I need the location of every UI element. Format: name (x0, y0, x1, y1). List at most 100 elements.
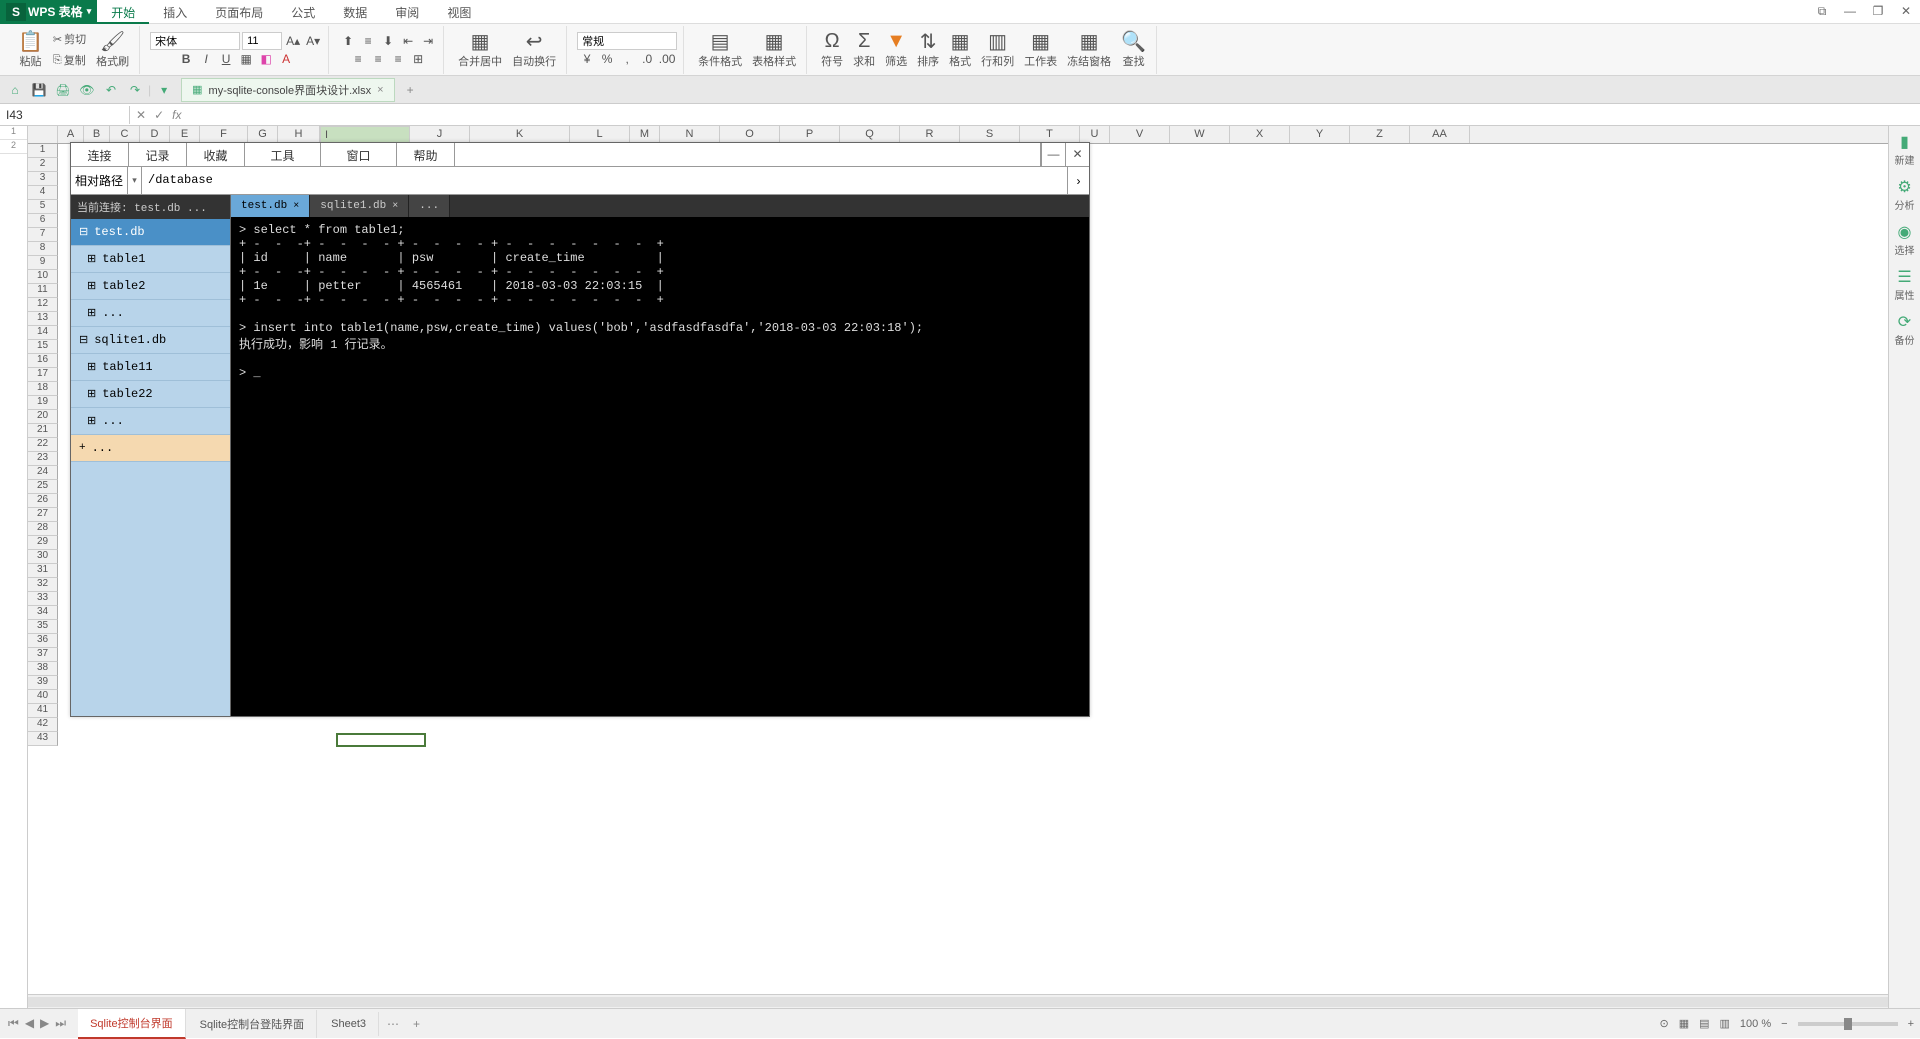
zoom-slider[interactable] (1798, 1022, 1898, 1026)
qat-print-icon[interactable]: 🖨 (52, 79, 74, 101)
row-header-12[interactable]: 12 (28, 298, 58, 312)
row-header-30[interactable]: 30 (28, 550, 58, 564)
row-header-25[interactable]: 25 (28, 480, 58, 494)
font-color-button[interactable]: A (277, 50, 295, 68)
row-header-43[interactable]: 43 (28, 732, 58, 746)
menu-tab-data[interactable]: 数据 (329, 0, 381, 24)
row-header-15[interactable]: 15 (28, 340, 58, 354)
col-header-X[interactable]: X (1230, 126, 1290, 143)
app-minimize-button[interactable]: — (1041, 143, 1065, 166)
app-menu-connect[interactable]: 连接 (71, 143, 129, 166)
row-header-21[interactable]: 21 (28, 424, 58, 438)
col-header-E[interactable]: E (170, 126, 200, 143)
align-middle-icon[interactable]: ≡ (359, 32, 377, 50)
row-header-2[interactable]: 2 (28, 158, 58, 172)
col-header-S[interactable]: S (960, 126, 1020, 143)
indent-inc-icon[interactable]: ⇥ (419, 32, 437, 50)
sheet-menu-icon[interactable]: ⋯ (381, 1011, 405, 1037)
path-dropdown-icon[interactable]: ▾ (128, 167, 142, 194)
side-analyze[interactable]: ⚙分析 (1895, 177, 1915, 212)
border-button[interactable]: ▦ (237, 50, 255, 68)
menu-tab-insert[interactable]: 插入 (149, 0, 201, 24)
freeze-button[interactable]: ▦冻结窗格 (1063, 29, 1115, 71)
row-header-23[interactable]: 23 (28, 452, 58, 466)
col-header-O[interactable]: O (720, 126, 780, 143)
row-header-1[interactable]: 1 (28, 144, 58, 158)
dec-decimal-icon[interactable]: .00 (658, 50, 676, 68)
view-icon-2[interactable]: ▦ (1679, 1017, 1689, 1030)
col-header-J[interactable]: J (410, 126, 470, 143)
row-header-42[interactable]: 42 (28, 718, 58, 732)
paste-button[interactable]: 📋粘贴 (14, 29, 47, 71)
outline-level-2[interactable]: 2 (0, 140, 27, 154)
app-menu-favorite[interactable]: 收藏 (187, 143, 245, 166)
app-menu-window[interactable]: 窗口 (321, 143, 397, 166)
row-header-4[interactable]: 4 (28, 186, 58, 200)
row-header-39[interactable]: 39 (28, 676, 58, 690)
col-header-R[interactable]: R (900, 126, 960, 143)
side-new[interactable]: ▮新建 (1895, 132, 1915, 167)
align-right-icon[interactable]: ≡ (389, 50, 407, 68)
align-left-icon[interactable]: ≡ (349, 50, 367, 68)
font-size-select[interactable]: 11 (242, 32, 282, 50)
view-icon-3[interactable]: ▤ (1699, 1017, 1709, 1030)
sheet-tab-3[interactable]: Sheet3 (319, 1012, 379, 1036)
app-tab-testdb[interactable]: test.db× (231, 195, 310, 217)
sheet-add-button[interactable]: + (407, 1011, 426, 1037)
row-header-34[interactable]: 34 (28, 606, 58, 620)
fx-cancel-icon[interactable]: ✕ (136, 108, 146, 122)
name-box[interactable]: I43 (0, 106, 130, 124)
align-bottom-icon[interactable]: ⬇ (379, 32, 397, 50)
app-menu-record[interactable]: 记录 (129, 143, 187, 166)
row-header-22[interactable]: 22 (28, 438, 58, 452)
doc-tab-close-icon[interactable]: × (377, 84, 383, 96)
row-header-26[interactable]: 26 (28, 494, 58, 508)
qat-redo-icon[interactable]: ↷ (124, 79, 146, 101)
menu-tab-view[interactable]: 视图 (433, 0, 485, 24)
row-header-29[interactable]: 29 (28, 536, 58, 550)
row-header-32[interactable]: 32 (28, 578, 58, 592)
align-center-icon[interactable]: ≡ (369, 50, 387, 68)
row-header-14[interactable]: 14 (28, 326, 58, 340)
font-name-select[interactable]: 宋体 (150, 32, 240, 50)
bold-button[interactable]: B (177, 50, 195, 68)
row-header-40[interactable]: 40 (28, 690, 58, 704)
row-header-33[interactable]: 33 (28, 592, 58, 606)
tree-item-4[interactable]: ⊟sqlite1.db (71, 327, 230, 354)
minimize-button[interactable]: — (1836, 0, 1864, 23)
format-painter-button[interactable]: 🖌格式刷 (92, 29, 133, 71)
col-header-Y[interactable]: Y (1290, 126, 1350, 143)
tree-item-0[interactable]: ⊟test.db (71, 219, 230, 246)
sum-button[interactable]: Σ求和 (849, 29, 879, 71)
app-menu-tools[interactable]: 工具 (245, 143, 321, 166)
tree-item-5[interactable]: ⊞table11 (71, 354, 230, 381)
tree-item-6[interactable]: ⊞table22 (71, 381, 230, 408)
cut-button[interactable]: ✂ 剪切 (49, 29, 90, 49)
wrap-text-button[interactable]: ↩自动换行 (508, 29, 560, 71)
col-header-C[interactable]: C (110, 126, 140, 143)
col-header-L[interactable]: L (570, 126, 630, 143)
row-header-5[interactable]: 5 (28, 200, 58, 214)
sheet-next-icon[interactable]: ▶ (38, 1014, 51, 1033)
side-props[interactable]: ☰属性 (1895, 267, 1915, 302)
row-header-24[interactable]: 24 (28, 466, 58, 480)
cond-format-button[interactable]: ▤条件格式 (694, 29, 746, 71)
tab-close-icon[interactable]: × (392, 201, 398, 212)
row-header-28[interactable]: 28 (28, 522, 58, 536)
app-menu-help[interactable]: 帮助 (397, 143, 455, 166)
horizontal-scrollbar[interactable] (28, 994, 1888, 1008)
symbol-button[interactable]: Ω符号 (817, 29, 847, 71)
col-header-M[interactable]: M (630, 126, 660, 143)
copy-button[interactable]: ⎘ 复制 (49, 50, 90, 70)
fill-color-button[interactable]: ◧ (257, 50, 275, 68)
sheet-prev-icon[interactable]: ◀ (23, 1014, 36, 1033)
col-header-H[interactable]: H (278, 126, 320, 143)
decrease-font-icon[interactable]: A▾ (304, 32, 322, 50)
comma-icon[interactable]: , (618, 50, 636, 68)
zoom-out-icon[interactable]: − (1781, 1018, 1787, 1030)
table-style-button[interactable]: ▦表格样式 (748, 29, 800, 71)
app-close-button[interactable]: ✕ (1065, 143, 1089, 166)
row-header-13[interactable]: 13 (28, 312, 58, 326)
row-header-36[interactable]: 36 (28, 634, 58, 648)
increase-font-icon[interactable]: A▴ (284, 32, 302, 50)
